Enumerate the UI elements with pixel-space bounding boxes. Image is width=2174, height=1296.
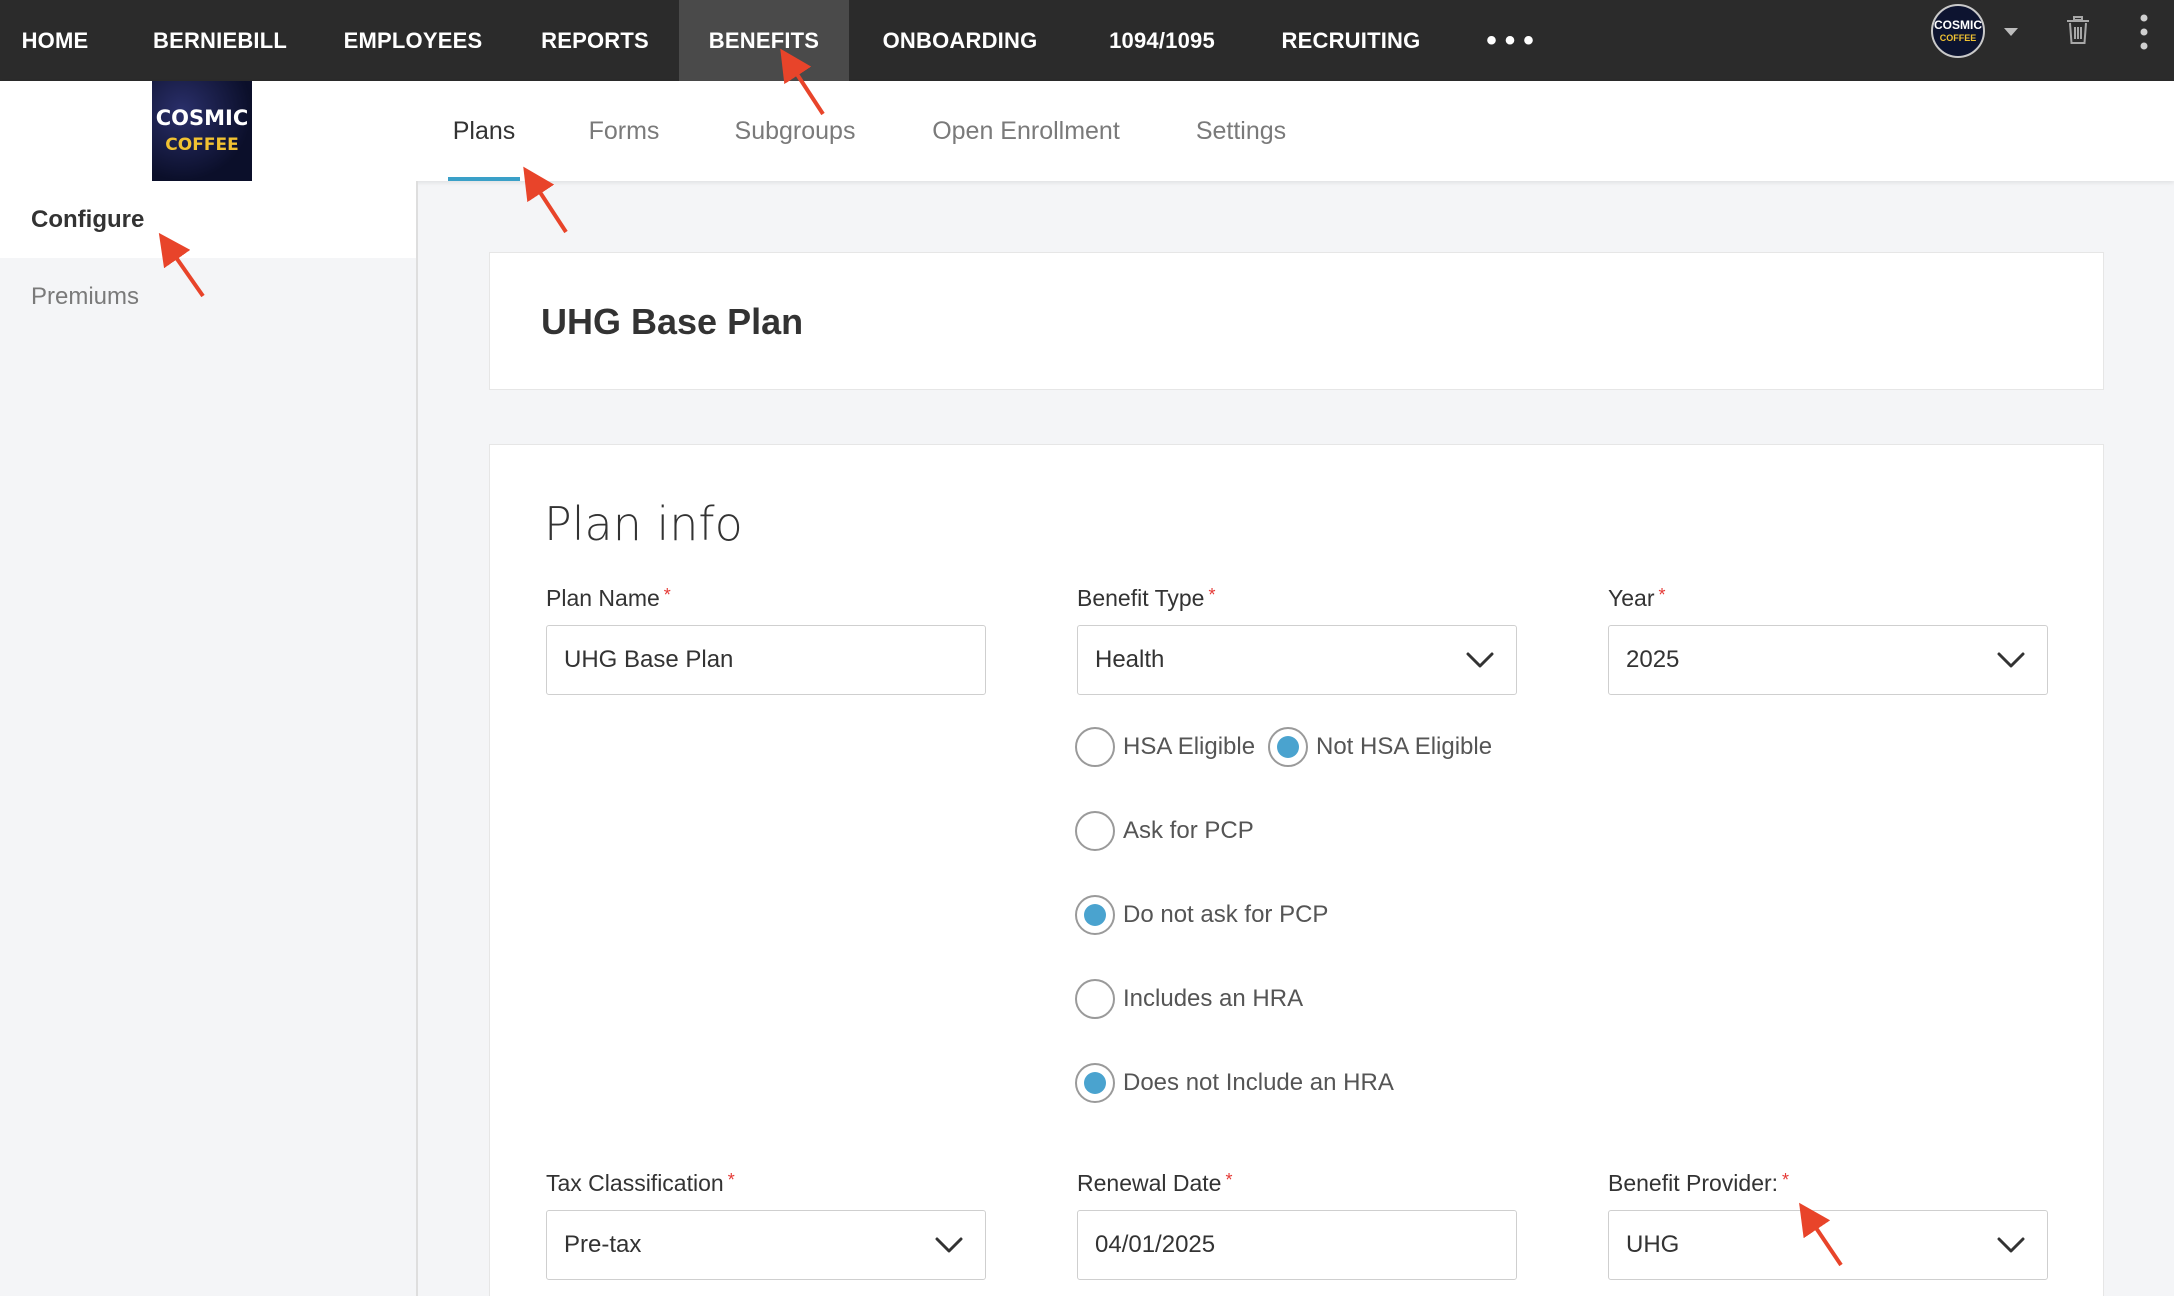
plan-name-input[interactable]: UHG Base Plan	[546, 625, 986, 695]
kebab-icon[interactable]	[2140, 14, 2148, 50]
sidebar: Configure Premiums	[0, 181, 418, 1296]
benefit-provider-label: Benefit Provider: *	[1608, 1170, 1790, 1196]
hsa-eligible-label: HSA Eligible	[1123, 733, 1256, 760]
radio-selected-dot	[1084, 1072, 1106, 1094]
radio-selected-dot	[1277, 736, 1299, 758]
ask-pcp-radio[interactable]	[1075, 811, 1115, 851]
benefit-type-label: Benefit Type *	[1077, 585, 1216, 611]
benefit-type-value: Health	[1095, 646, 1165, 673]
arrow-plans	[523, 166, 568, 234]
no-pcp-label: Do not ask for PCP	[1123, 901, 1329, 928]
nav-employees[interactable]: EMPLOYEES	[332, 0, 494, 81]
sidebar-item-premiums[interactable]: Premiums	[0, 258, 416, 335]
benefit-provider-select[interactable]: UHG	[1608, 1210, 2048, 1280]
nav-benefits[interactable]: BENEFITS	[679, 0, 849, 81]
avatar-text-line2: COFFEE	[1939, 33, 1977, 43]
avatar[interactable]: COSMIC COFFEE	[1931, 4, 1985, 58]
chevron-down-icon	[1997, 1237, 2025, 1253]
no-hra-radio[interactable]	[1075, 1063, 1115, 1103]
benefit-type-select[interactable]: Health	[1077, 625, 1517, 695]
year-select[interactable]: 2025	[1608, 625, 2048, 695]
no-hra-label: Does not Include an HRA	[1123, 1069, 1394, 1096]
tab-settings[interactable]: Settings	[1190, 81, 1292, 181]
includes-hra-option[interactable]: Includes an HRA	[1075, 977, 1303, 1021]
nav-more-icon[interactable]: •••	[1476, 0, 1552, 81]
nav-berniebill[interactable]: BERNIEBILL	[140, 0, 300, 81]
plan-name-value: UHG Base Plan	[564, 646, 734, 673]
sidebar-item-configure[interactable]: Configure	[0, 181, 416, 258]
hsa-eligible-radio[interactable]	[1075, 727, 1115, 767]
includes-hra-label: Includes an HRA	[1123, 985, 1304, 1012]
nav-1094-1095[interactable]: 1094/1095	[1092, 0, 1232, 81]
nav-onboarding[interactable]: ONBOARDING	[870, 0, 1050, 81]
no-hra-option[interactable]: Does not Include an HRA	[1075, 1061, 1394, 1105]
includes-hra-radio[interactable]	[1075, 979, 1115, 1019]
tab-forms[interactable]: Forms	[584, 81, 664, 181]
radio-selected-dot	[1084, 904, 1106, 926]
tab-subgroups[interactable]: Subgroups	[730, 81, 860, 181]
sub-header: COSMIC COFFEE Plans Forms Subgroups Open…	[0, 81, 2174, 181]
nav-home[interactable]: HOME	[0, 0, 110, 81]
ask-pcp-option[interactable]: Ask for PCP	[1075, 809, 1254, 853]
hsa-eligible-option[interactable]: HSA Eligible	[1075, 725, 1255, 769]
tax-classification-value: Pre-tax	[564, 1231, 642, 1258]
not-hsa-eligible-label: Not HSA Eligible	[1316, 733, 1493, 760]
company-logo: COSMIC COFFEE	[152, 81, 252, 181]
plan-info-card: Plan info Plan Name * Benefit Type * Year *…	[489, 444, 2104, 1296]
tax-classification-select[interactable]: Pre-tax	[546, 1210, 986, 1280]
tab-plans-label: Plans	[452, 116, 516, 145]
nav-recruiting[interactable]: RECRUITING	[1276, 0, 1426, 81]
chevron-down-icon	[1466, 652, 1494, 668]
active-tab-underline	[448, 177, 520, 181]
plan-header-card: UHG Base Plan	[489, 252, 2104, 390]
year-value: 2025	[1626, 646, 1680, 673]
renewal-date-value: 04/01/2025	[1095, 1231, 1216, 1258]
tab-plans[interactable]: Plans	[448, 81, 520, 181]
section-title: Plan info	[544, 497, 743, 551]
not-hsa-eligible-option[interactable]: Not HSA Eligible	[1268, 725, 1492, 769]
caret-down-icon[interactable]	[2004, 28, 2018, 36]
trash-icon[interactable]	[2066, 16, 2090, 44]
chevron-down-icon	[1997, 652, 2025, 668]
avatar-text-line1: COSMIC	[1934, 18, 1982, 32]
ask-pcp-label: Ask for PCP	[1123, 817, 1254, 844]
nav-reports[interactable]: REPORTS	[528, 0, 662, 81]
no-pcp-option[interactable]: Do not ask for PCP	[1075, 893, 1328, 937]
year-label: Year *	[1608, 585, 1666, 611]
not-hsa-eligible-radio[interactable]	[1268, 727, 1308, 767]
plan-title: UHG Base Plan	[541, 301, 804, 342]
benefit-provider-value: UHG	[1626, 1231, 1680, 1258]
no-pcp-radio[interactable]	[1075, 895, 1115, 935]
logo-text-line1: COSMIC	[155, 106, 249, 130]
renewal-date-label: Renewal Date *	[1077, 1170, 1233, 1196]
tab-open-enrollment[interactable]: Open Enrollment	[926, 81, 1126, 181]
top-navigation-bar: HOME BERNIEBILL EMPLOYEES REPORTS BENEFI…	[0, 0, 2174, 81]
chevron-down-icon	[935, 1237, 963, 1253]
plan-name-label: Plan Name *	[546, 585, 671, 611]
renewal-date-input[interactable]: 04/01/2025	[1077, 1210, 1517, 1280]
tax-classification-label: Tax Classification *	[546, 1170, 735, 1196]
logo-text-line2: COFFEE	[165, 135, 239, 155]
